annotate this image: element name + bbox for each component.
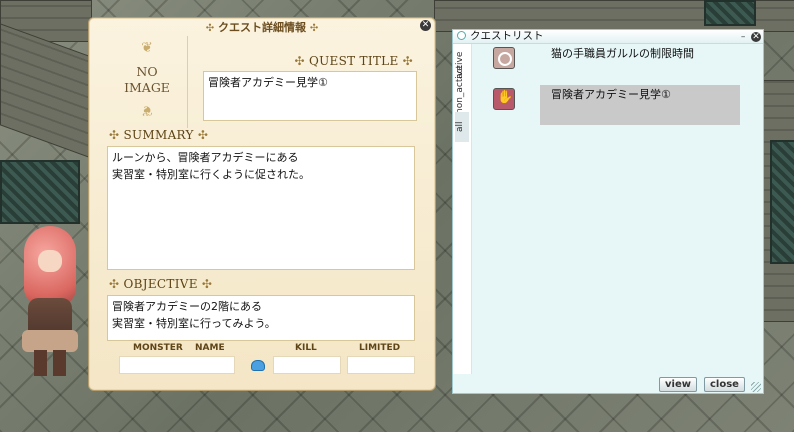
quest-detail-window[interactable]: ✣ クエスト詳細情報 ✣ ✕ ❦ NO IMAGE ❦ ✣ QUEST TITL…	[88, 17, 436, 391]
ornament-icon: ✣	[201, 277, 213, 291]
ornament-icon: ✣	[109, 277, 120, 291]
ornament-icon: ✣	[109, 128, 120, 142]
quest-title-label: QUEST TITLE	[308, 54, 399, 68]
quest-title-text: 冒険者アカデミー見学①	[208, 76, 328, 89]
quest-image-placeholder: ❦ NO IMAGE ❦	[107, 36, 188, 128]
ornament-icon: ✣	[294, 54, 305, 68]
monster-icon	[251, 360, 265, 371]
kill-count-field	[273, 356, 341, 374]
quest-detail-title-text: クエスト詳細情報	[218, 21, 306, 34]
close-icon[interactable]: ✕	[751, 32, 761, 42]
flourish-icon: ❦	[141, 40, 153, 56]
objective-line: 実習室・特別室に行ってみよう。	[112, 317, 276, 330]
celtic-floor-tile	[770, 140, 794, 264]
ornament-icon: ✣	[402, 54, 413, 68]
quest-list-item-label: 猫の手職員ガルルの制限時間	[551, 47, 694, 60]
ornament-icon: ✣	[205, 23, 215, 34]
quest-filter-tabs: active non_active all	[453, 44, 472, 374]
limited-column-header: LIMITED	[359, 343, 401, 353]
quest-list-item[interactable]: 猫の手職員ガルルの制限時間	[540, 44, 740, 84]
view-button[interactable]: view	[659, 377, 697, 392]
window-buttons: – ✕	[738, 31, 761, 44]
kill-column-header: KILL	[295, 343, 317, 353]
tab-all[interactable]: all	[455, 112, 469, 142]
ornament-icon: ✣	[197, 128, 209, 142]
resize-grip-icon[interactable]	[751, 382, 761, 392]
clock-icon[interactable]	[493, 47, 515, 69]
celtic-floor-tile	[0, 160, 80, 224]
summary-label: SUMMARY	[123, 128, 194, 142]
objective-label: OBJECTIVE	[123, 277, 198, 291]
monster-name-field	[119, 356, 235, 374]
minimize-icon[interactable]: –	[738, 32, 748, 42]
quest-title-box: 冒険者アカデミー見学①	[203, 71, 417, 121]
no-image-text: NO IMAGE	[107, 64, 187, 96]
quest-list-item-selected[interactable]: 冒険者アカデミー見学①	[540, 85, 740, 125]
tab-non-active[interactable]: non_active	[455, 65, 469, 114]
celtic-floor-tile	[704, 0, 756, 26]
character-legs	[34, 350, 66, 376]
quest-list-footer: view close	[453, 375, 763, 393]
window-icon	[457, 31, 466, 40]
close-icon[interactable]: ✕	[420, 20, 431, 31]
character-skirt	[22, 330, 78, 352]
objective-box: 冒険者アカデミーの2階にある 実習室・特別室に行ってみよう。	[107, 295, 415, 341]
name-column-header: NAME	[195, 343, 225, 353]
summary-line: ルーンから、冒険者アカデミーにある	[112, 151, 299, 164]
no-image-line: IMAGE	[124, 80, 170, 95]
quest-list-titlebar[interactable]: クエストリスト – ✕	[453, 30, 763, 44]
close-button[interactable]: close	[704, 377, 745, 392]
objective-heading: ✣ OBJECTIVE ✣	[109, 277, 212, 291]
quest-list-item-label: 冒険者アカデミー見学①	[551, 88, 671, 101]
quest-list-title: クエストリスト	[470, 30, 544, 42]
summary-line: 実習室・特別室に行くように促された。	[112, 168, 310, 181]
flourish-icon: ❦	[141, 102, 153, 118]
quest-list-window[interactable]: クエストリスト – ✕ active non_active all 猫の手職員ガ…	[452, 29, 764, 394]
limited-field	[347, 356, 415, 374]
monster-column-header: MONSTER	[133, 343, 183, 353]
summary-heading: ✣ SUMMARY ✣	[109, 128, 208, 142]
objective-line: 冒険者アカデミーの2階にある	[112, 300, 262, 313]
character-face	[38, 250, 62, 272]
summary-box: ルーンから、冒険者アカデミーにある 実習室・特別室に行くように促された。	[107, 146, 415, 270]
quest-detail-title[interactable]: ✣ クエスト詳細情報 ✣	[89, 19, 435, 35]
quest-title-heading: ✣ QUEST TITLE ✣	[295, 54, 414, 68]
no-image-line: NO	[136, 64, 158, 79]
player-character[interactable]	[14, 218, 86, 378]
ornament-icon: ✣	[309, 23, 319, 34]
hand-icon[interactable]	[493, 88, 515, 110]
